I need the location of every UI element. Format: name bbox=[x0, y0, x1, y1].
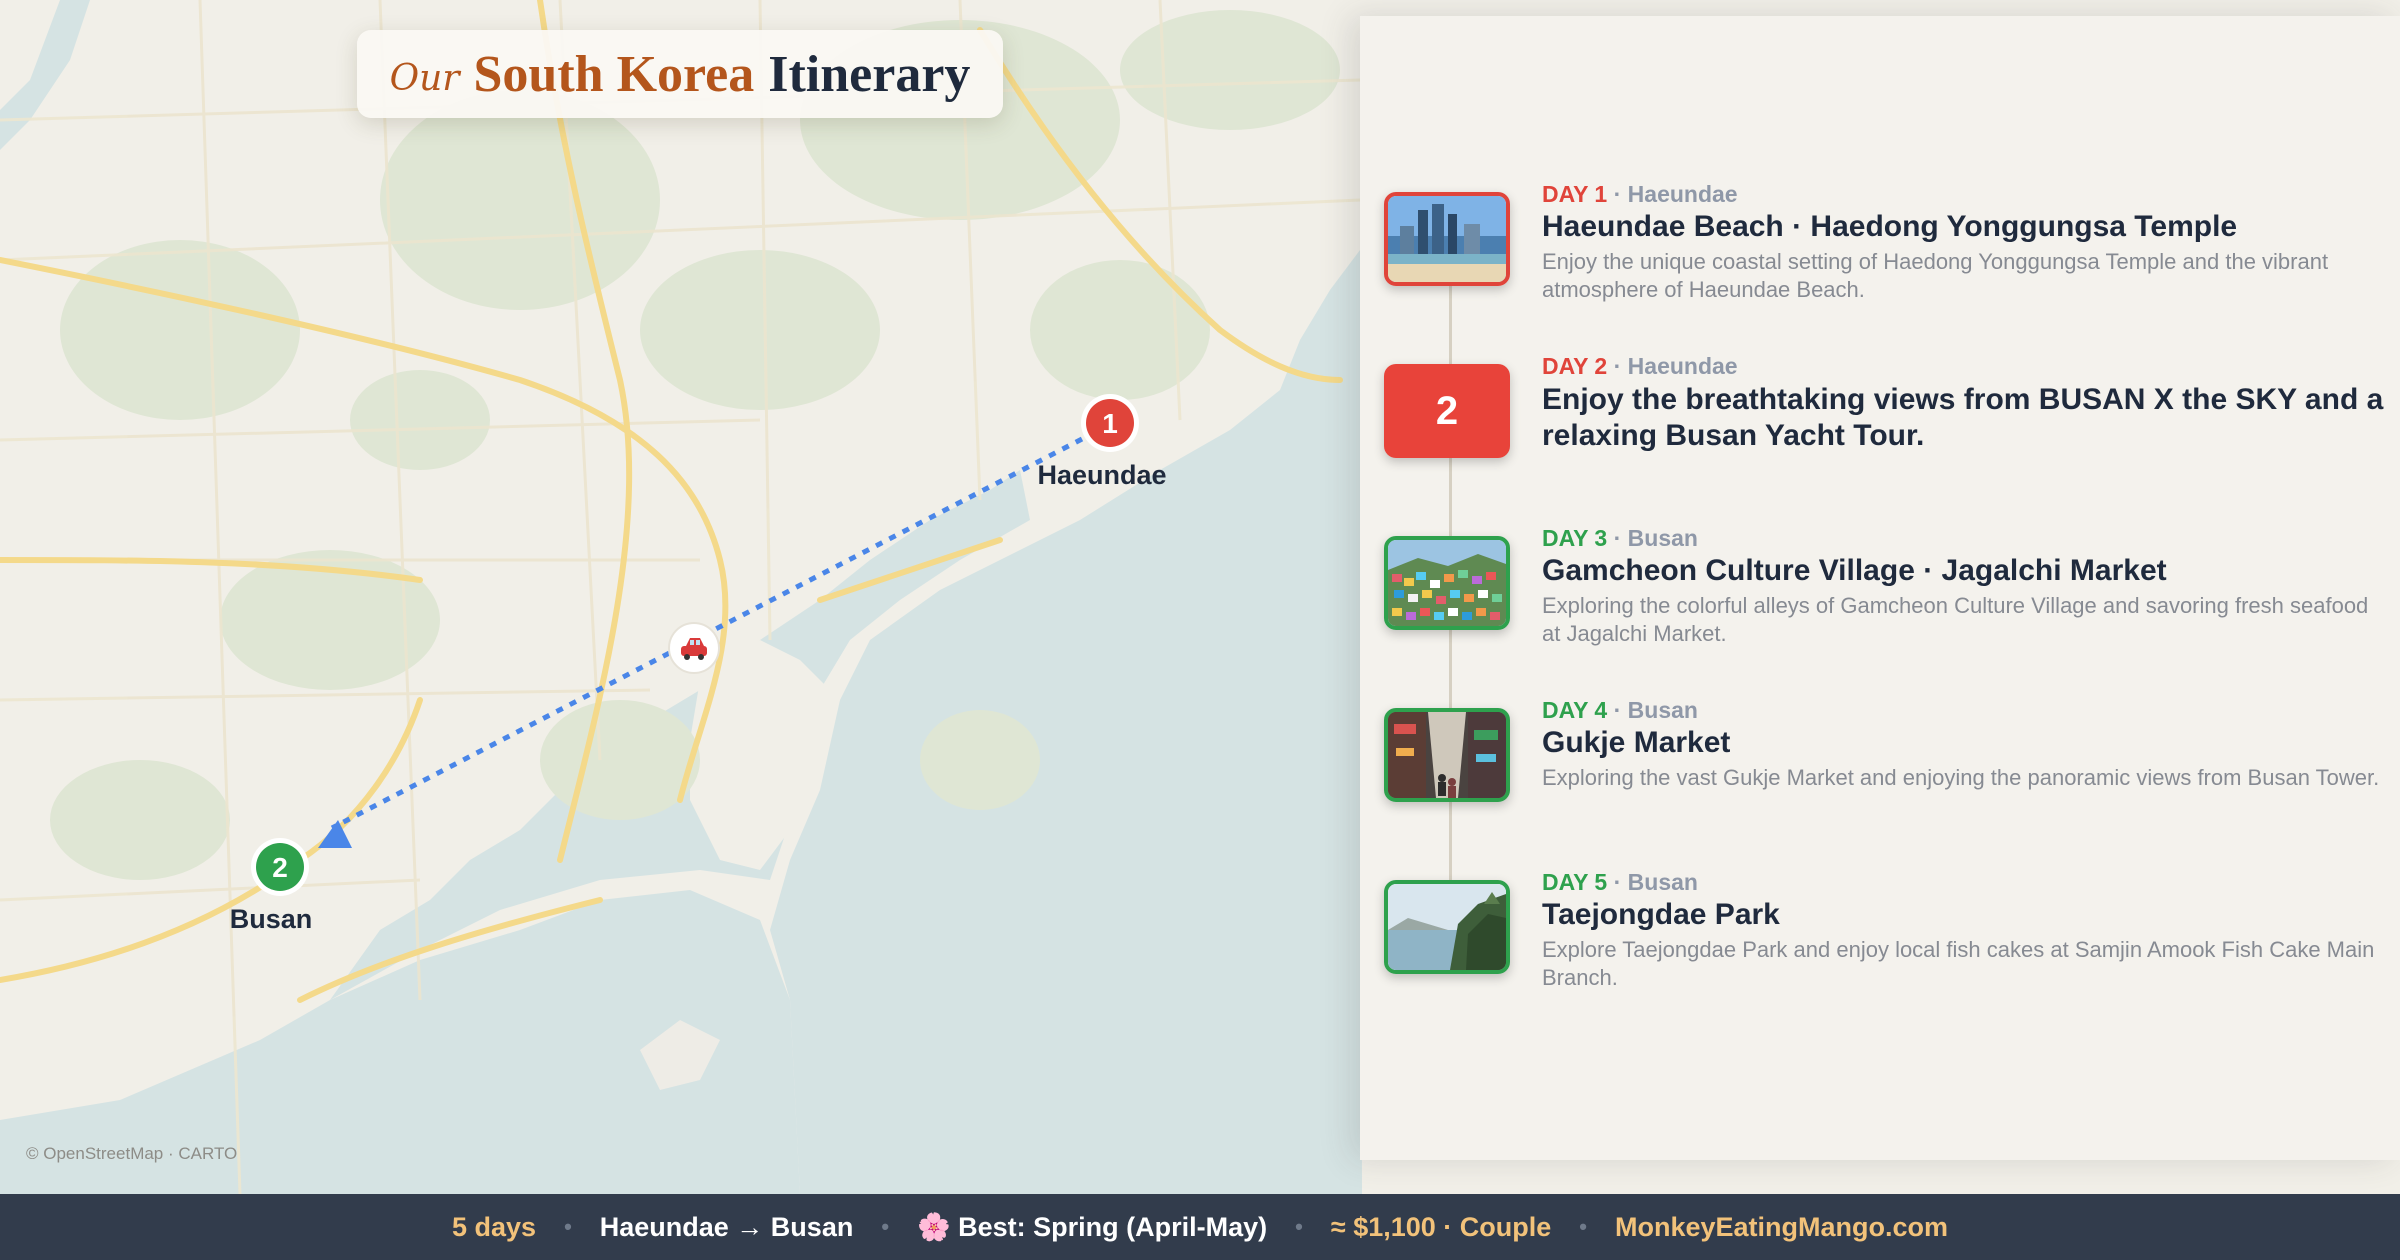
day-title: Taejongdae Park bbox=[1542, 898, 1780, 931]
day-number-badge: 2 bbox=[1384, 364, 1510, 458]
car-icon bbox=[668, 622, 720, 674]
pin-label-haeundae: Haeundae bbox=[1037, 460, 1167, 490]
day-tag: DAY 1 · Haeundae bbox=[1542, 181, 1738, 207]
separator-dot: • bbox=[1295, 1214, 1303, 1239]
day-place: Busan bbox=[1627, 697, 1698, 723]
day-number: DAY 4 bbox=[1542, 697, 1608, 723]
pin-number: 1 bbox=[1102, 408, 1118, 439]
day-number: DAY 3 bbox=[1542, 525, 1608, 551]
day-place: Busan bbox=[1627, 525, 1698, 551]
separator-dot: • bbox=[881, 1214, 890, 1239]
day-description: Exploring the vast Gukje Market and enjo… bbox=[1542, 765, 2380, 790]
day-place: Haeundae bbox=[1627, 181, 1738, 207]
day-title: Haeundae Beach · Haedong Yonggungsa Temp… bbox=[1542, 210, 2238, 243]
title-card: Our South Korea Itinerary bbox=[357, 30, 1003, 118]
day-number: DAY 1 bbox=[1542, 181, 1608, 207]
map-attribution: © OpenStreetMap · CARTO bbox=[26, 1144, 238, 1163]
map-pin-busan[interactable]: 2 bbox=[251, 838, 309, 896]
separator-dot: • bbox=[564, 1214, 572, 1239]
itinerary-panel: DAY 1 · Haeundae Haeundae Beach · Haedon… bbox=[1360, 16, 2400, 1160]
day-description: Exploring the colorful alleys of Gamcheo… bbox=[1542, 593, 2369, 646]
title-highlight: South Korea bbox=[473, 45, 755, 103]
day-tag: DAY 5 · Busan bbox=[1542, 869, 1698, 895]
footer-season: 🌸 Best: Spring (April-May) bbox=[917, 1212, 1268, 1242]
footer-budget: ≈ $1,100 · Couple bbox=[1330, 1211, 1552, 1242]
map-pin-haeundae[interactable]: 1 bbox=[1081, 394, 1139, 452]
day-place: Haeundae bbox=[1627, 353, 1738, 379]
footer-bar: 5 days • Haeundae → Busan • 🌸 Best: Spri… bbox=[0, 1194, 2400, 1260]
pin-number: 2 bbox=[272, 852, 288, 883]
colorful-village-photo bbox=[1384, 536, 1510, 630]
day-title: Gukje Market bbox=[1542, 726, 1731, 759]
footer-route: Haeundae → Busan bbox=[599, 1211, 854, 1242]
day-tag: DAY 4 · Busan bbox=[1542, 697, 1698, 723]
day-number: DAY 2 bbox=[1542, 353, 1608, 379]
day-number: DAY 5 bbox=[1542, 869, 1608, 895]
day-place: Busan bbox=[1627, 869, 1698, 895]
footer-site-link[interactable]: MonkeyEatingMango.com bbox=[1615, 1212, 1948, 1243]
beach-skyline-photo bbox=[1384, 192, 1510, 286]
footer-duration: 5 days bbox=[452, 1211, 537, 1242]
day-description: Enjoy the unique coastal setting of Haed… bbox=[1542, 249, 2329, 302]
day-title: Enjoy the breathtaking views from BUSAN … bbox=[1542, 383, 2384, 452]
day-title: Gamcheon Culture Village · Jagalchi Mark… bbox=[1542, 554, 2167, 587]
title-prefix: Our bbox=[389, 57, 460, 99]
day-tag: DAY 2 · Haeundae bbox=[1542, 353, 1738, 379]
title-suffix: Itinerary bbox=[768, 45, 971, 103]
day-description: Explore Taejongdae Park and enjoy local … bbox=[1542, 937, 2375, 990]
market-street-photo bbox=[1384, 708, 1510, 802]
coastal-cliff-photo bbox=[1384, 880, 1510, 974]
day-tag: DAY 3 · Busan bbox=[1542, 525, 1698, 551]
pin-label-busan: Busan bbox=[229, 904, 313, 934]
separator-dot: • bbox=[1579, 1214, 1587, 1239]
